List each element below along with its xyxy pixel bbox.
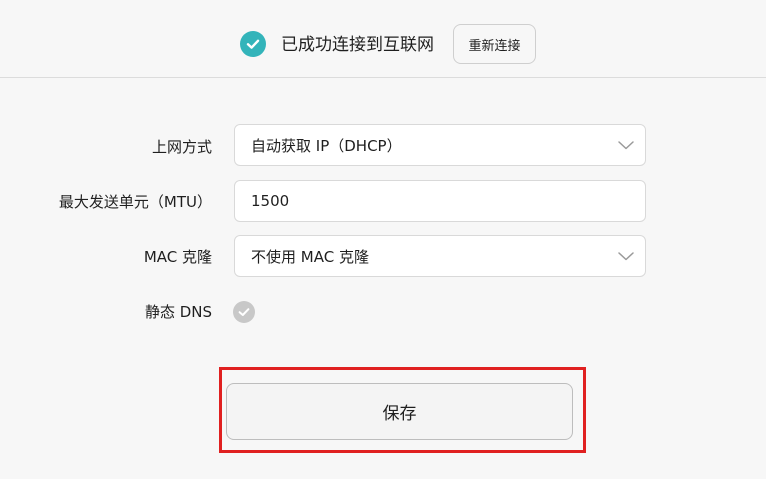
mtu-label: 最大发送单元（MTU） <box>58 193 212 211</box>
reconnect-button[interactable]: 重新连接 <box>453 24 536 64</box>
mtu-input[interactable] <box>235 181 645 221</box>
check-icon <box>238 308 250 316</box>
mac-clone-select[interactable]: 不使用 MAC 克隆 <box>234 235 646 277</box>
connection-status-text: 已成功连接到互联网 <box>281 35 434 55</box>
static-dns-checkbox[interactable] <box>233 301 255 323</box>
connection-type-select[interactable]: 自动获取 IP（DHCP） <box>234 124 646 166</box>
connection-type-value: 自动获取 IP（DHCP） <box>251 137 402 155</box>
connection-type-label: 上网方式 <box>151 138 212 156</box>
check-circle-icon <box>240 31 266 57</box>
mac-clone-value: 不使用 MAC 克隆 <box>251 248 369 266</box>
chevron-down-icon <box>618 141 634 150</box>
mtu-field[interactable] <box>234 180 646 222</box>
save-button[interactable]: 保存 <box>226 383 573 440</box>
chevron-down-icon <box>618 252 634 261</box>
connection-status-bar: 已成功连接到互联网 重新连接 <box>0 0 766 78</box>
mac-clone-label: MAC 克隆 <box>143 248 212 266</box>
static-dns-label: 静态 DNS <box>144 303 212 321</box>
